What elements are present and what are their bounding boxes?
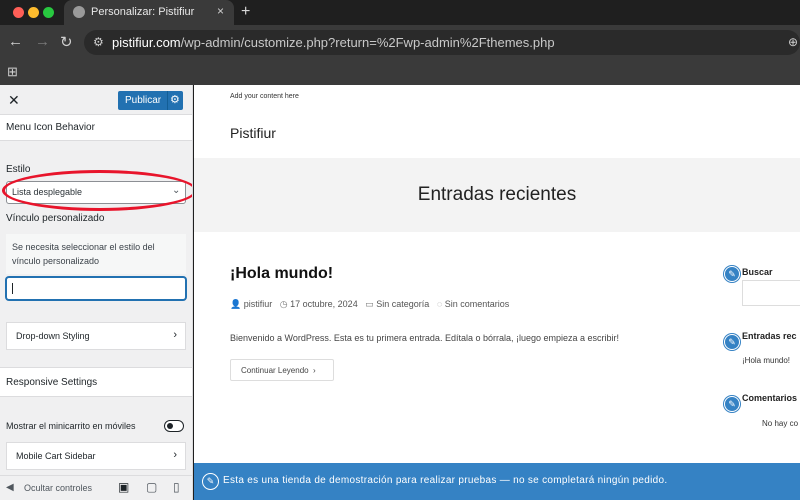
mobile-preview-icon[interactable]: ▯ [173,480,180,494]
store-notice-bar: ✎ Esta es una tienda de demostración par… [194,463,800,500]
tab-title: Personalizar: Pistifiur [91,6,195,18]
hide-controls-button[interactable]: Ocultar controles [24,483,92,493]
section-title-text: Menu Icon Behavior [6,122,95,133]
custom-link-label: Vínculo personalizado [6,213,105,224]
custom-link-notice: Se necesita seleccionar el estilo del ví… [6,234,186,274]
search-input[interactable] [742,280,800,306]
author-icon: 👤 [230,299,242,309]
gear-icon[interactable]: ⚙ [170,93,180,106]
post-comments[interactable]: Sin comentarios [445,299,510,309]
clock-icon: ◷ [279,299,288,309]
responsive-settings-text: Responsive Settings [6,377,98,388]
custom-link-notice-text: Se necesita seleccionar el estilo del ví… [12,242,155,266]
edit-widget-icon[interactable]: ✎ [724,396,740,412]
new-tab-button[interactable]: + [241,3,250,21]
red-highlight-ellipse [2,170,192,211]
mobile-cart-sidebar-button[interactable]: Mobile Cart Sidebar › [6,442,186,470]
collapse-arrow-icon[interactable]: ◀ [6,482,14,493]
search-widget-title: Buscar [742,267,773,277]
edit-widget-icon[interactable]: ✎ [724,334,740,350]
post-title[interactable]: ¡Hola mundo! [230,265,333,283]
edit-widget-icon[interactable]: ✎ [724,266,740,282]
read-more-button[interactable]: Continuar Leyendo › [230,359,334,381]
desktop-preview-icon[interactable]: ▣ [118,480,129,494]
post-date[interactable]: 17 octubre, 2024 [290,299,358,309]
bookmarks-bar: ⊞ [0,60,800,85]
tab-close-button[interactable]: × [217,4,224,18]
mini-cart-label: Mostrar el minicarrito en móviles [6,421,136,431]
comment-icon: ◌ [436,299,443,309]
chevron-right-icon: › [173,329,177,341]
site-settings-icon[interactable]: ⚙ [93,35,104,49]
browser-toolbar: ← → ↻ ⚙ pistifiur.com/wp-admin/customize… [0,25,800,60]
site-preview: Add your content here Pistifiur Entradas… [194,85,800,500]
chevron-right-icon: › [173,449,177,461]
close-customizer-button[interactable]: ✕ [8,92,20,109]
customizer-header: ✕ Publicar ⚙ [0,85,192,115]
edit-widget-icon[interactable]: ✎ [202,473,219,490]
dropdown-styling-label: Drop-down Styling [16,331,90,341]
publish-button[interactable]: Publicar ⚙ [118,91,183,110]
zoom-icon[interactable]: ⊕ [788,35,798,49]
responsive-settings-heading: Responsive Settings [0,367,192,397]
folder-icon: ▭ [365,299,374,309]
section-title: Menu Icon Behavior [0,115,192,141]
globe-icon [73,6,85,18]
window-maximize-button[interactable] [43,7,54,18]
browser-tab[interactable]: Personalizar: Pistifiur × [64,0,234,25]
address-bar[interactable]: ⚙ pistifiur.com/wp-admin/customize.php?r… [84,30,800,55]
reload-icon[interactable]: ↻ [60,33,73,51]
text-caret [12,283,13,294]
mobile-cart-sidebar-label: Mobile Cart Sidebar [16,451,96,461]
tablet-preview-icon[interactable]: ▢ [146,480,157,494]
customizer-sidebar: ✕ Publicar ⚙ Menu Icon Behavior Estilo L… [0,85,193,500]
comments-widget-title: Comentarios [742,393,798,403]
url-domain: pistifiur.com [112,35,181,50]
read-more-label: Continuar Leyendo › [241,366,316,375]
post-meta: 👤 pistifiur ◷ 17 octubre, 2024 ▭ Sin cat… [230,299,509,310]
mini-cart-toggle[interactable] [164,420,184,432]
url-text: pistifiur.com/wp-admin/customize.php?ret… [112,35,555,50]
window-close-button[interactable] [13,7,24,18]
forward-arrow-icon[interactable]: → [35,33,50,50]
dropdown-styling-button[interactable]: Drop-down Styling › [6,322,186,350]
page-banner: Entradas recientes [194,158,800,232]
back-arrow-icon[interactable]: ← [8,33,23,50]
post-author[interactable]: pistifiur [244,299,273,309]
comments-widget-text: No hay co [762,419,799,428]
window-minimize-button[interactable] [28,7,39,18]
read-more-text: Continuar Leyendo [241,366,309,375]
publish-label: Publicar [125,95,162,106]
url-path: /wp-admin/customize.php?return=%2Fwp-adm… [180,35,555,50]
recent-posts-widget-title: Entradas rec [742,331,797,341]
site-title[interactable]: Pistifiur [230,125,276,141]
custom-link-input[interactable] [6,277,186,300]
recent-post-link[interactable]: ¡Hola mundo! [742,356,790,365]
customizer-footer: ◀ Ocultar controles ▣ ▢ ▯ [0,475,192,500]
top-note: Add your content here [230,93,299,100]
post-category[interactable]: Sin categoría [376,299,429,309]
publish-divider [167,91,168,110]
apps-grid-icon[interactable]: ⊞ [7,64,18,80]
banner-title: Entradas recientes [417,184,577,205]
store-notice-text: Esta es una tienda de demostración para … [223,475,668,486]
post-excerpt: Bienvenido a WordPress. Esta es tu prime… [230,333,620,343]
style-label: Estilo [6,164,31,175]
browser-tab-bar: Personalizar: Pistifiur × + [0,0,800,25]
toggle-knob [167,423,173,429]
